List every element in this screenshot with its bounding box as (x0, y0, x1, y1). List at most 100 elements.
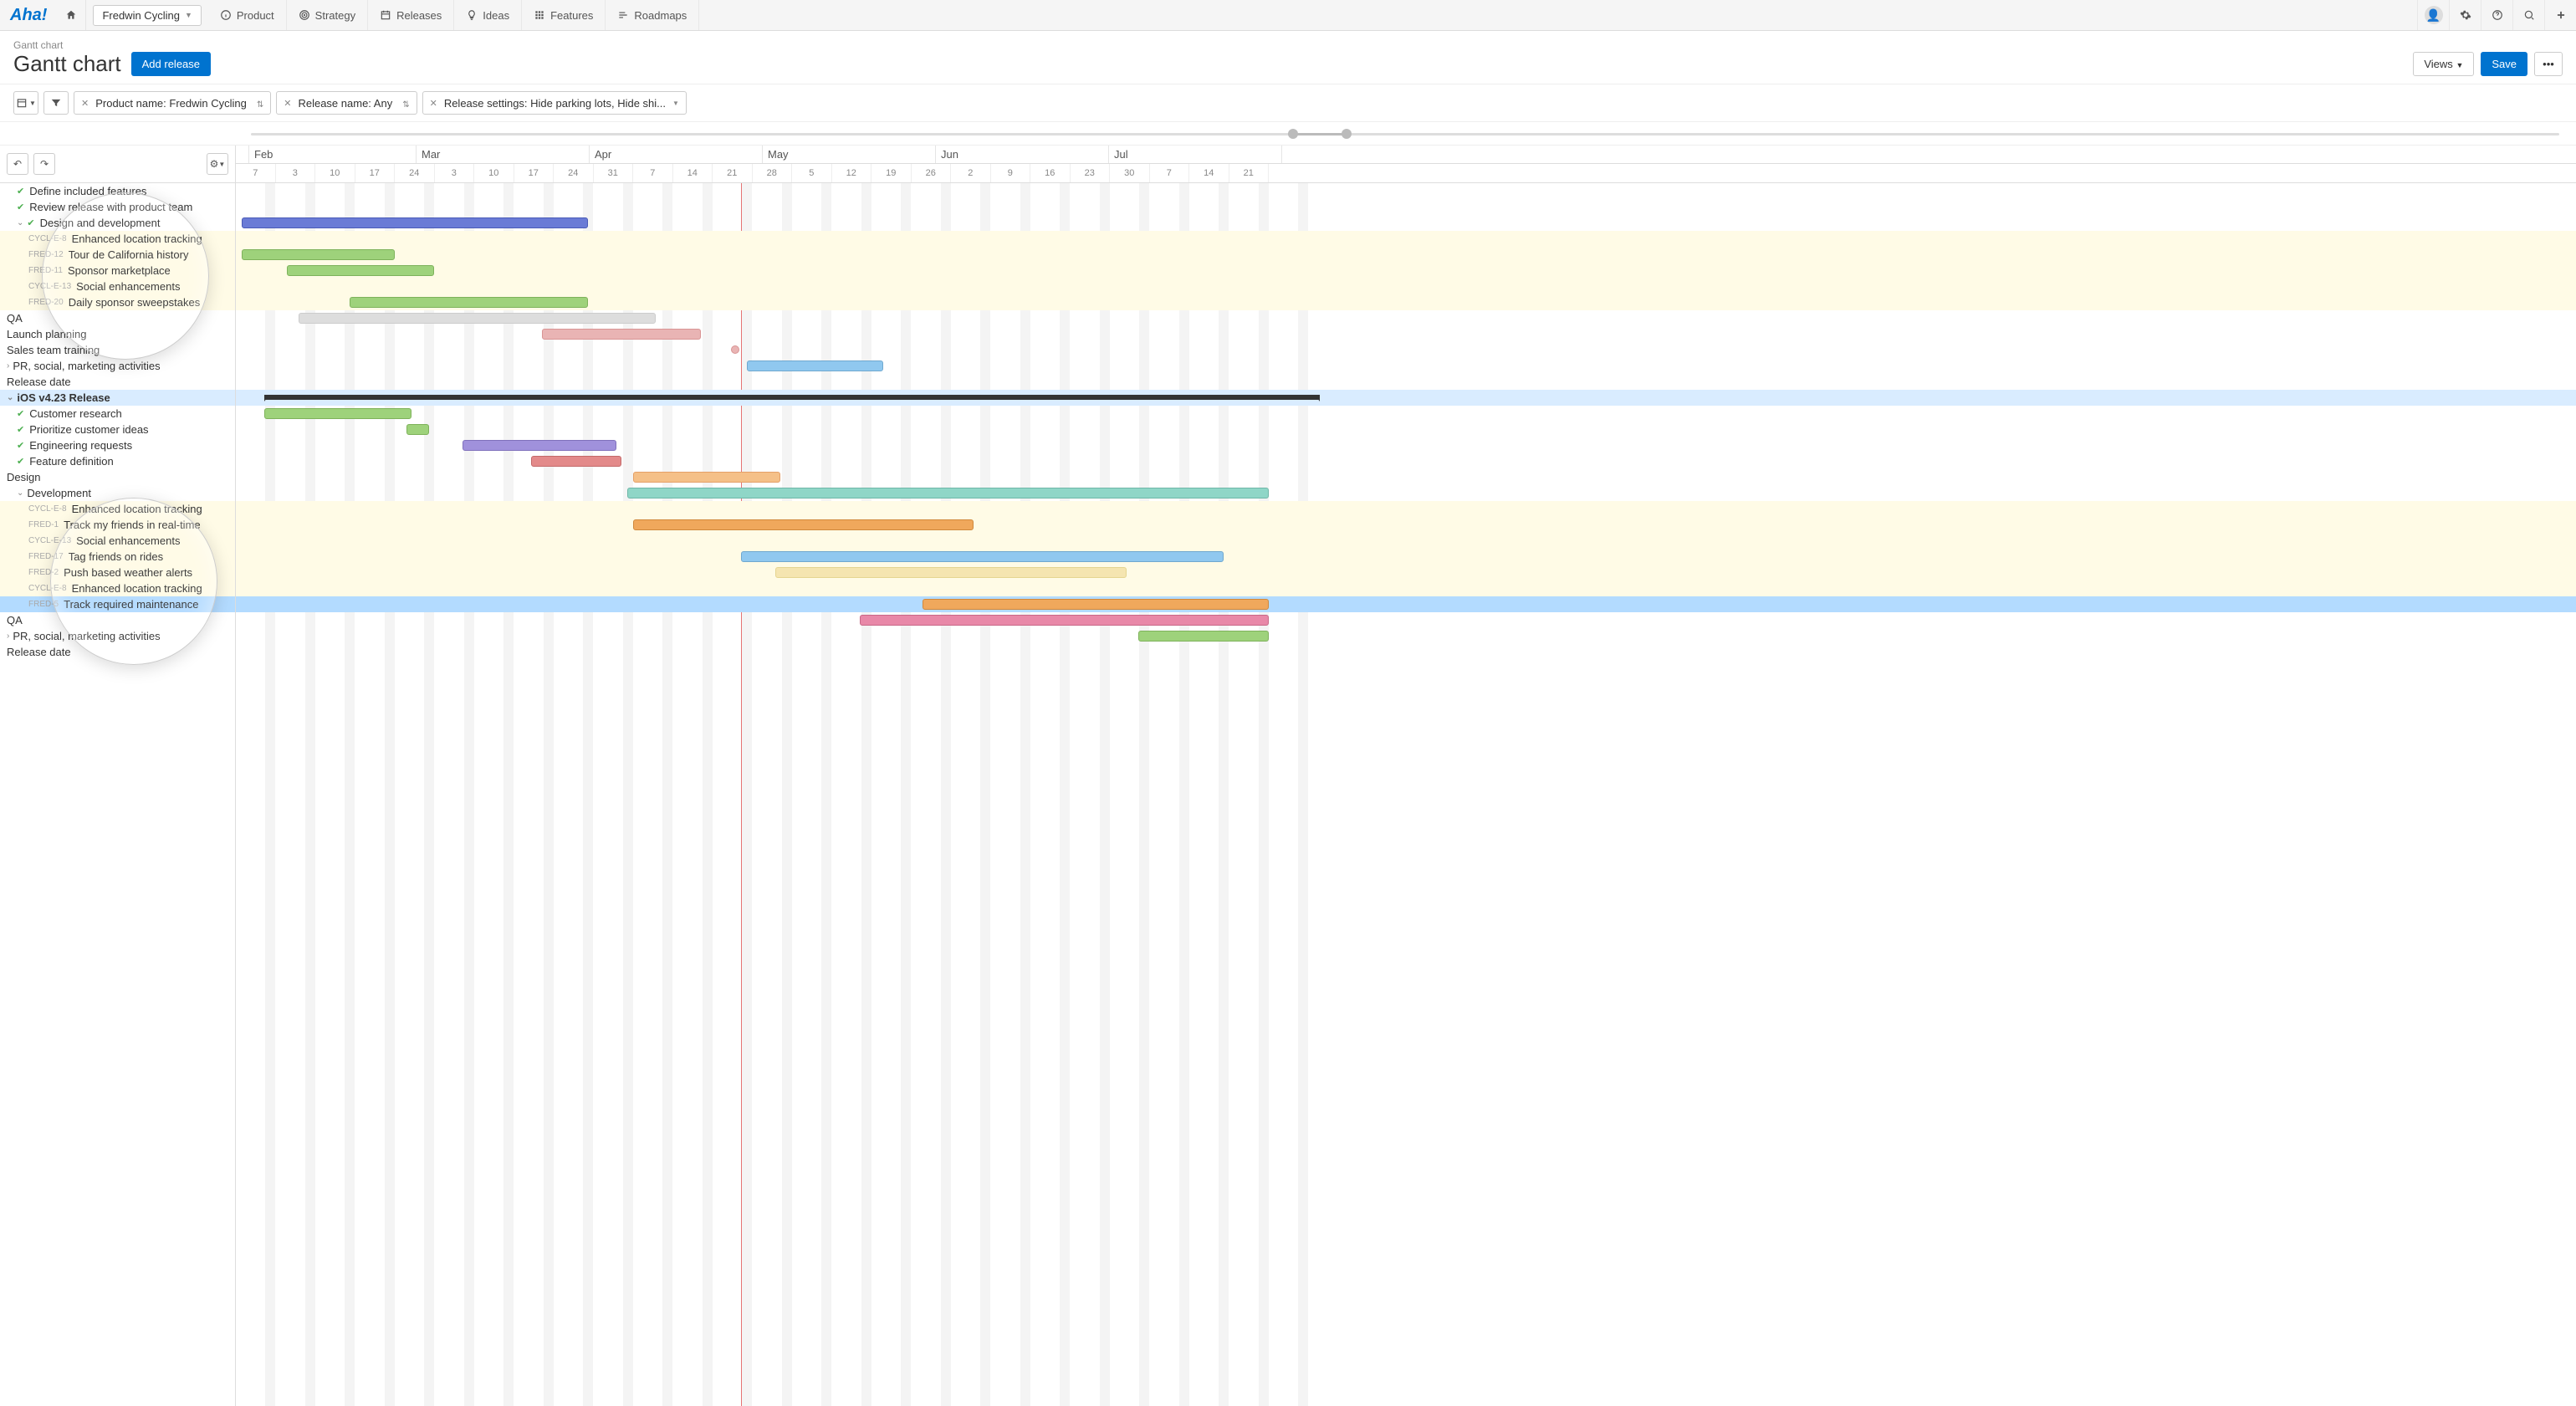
task-row[interactable]: ⌄iOS v4.23 Release (0, 390, 235, 406)
task-row[interactable]: ›PR, social, marketing activities (0, 628, 235, 644)
gantt-bar[interactable] (542, 329, 701, 340)
week-label: 24 (395, 164, 435, 182)
settings-icon[interactable] (2449, 0, 2481, 30)
close-icon[interactable]: ✕ (284, 98, 291, 109)
more-icon[interactable]: ••• (2534, 52, 2563, 76)
task-row[interactable]: ✔Engineering requests (0, 437, 235, 453)
task-row[interactable]: QA (0, 310, 235, 326)
nav-product[interactable]: Product (208, 0, 287, 30)
task-row[interactable]: CYCL-E-13Social enhancements (0, 533, 235, 549)
slider-thumb-right[interactable] (1342, 129, 1352, 139)
task-row[interactable]: FRED-2Push based weather alerts (0, 565, 235, 580)
task-row[interactable]: Design (0, 469, 235, 485)
task-row[interactable]: FRED-11Sponsor marketplace (0, 263, 235, 279)
gantt-bar[interactable] (287, 265, 434, 276)
avatar[interactable]: 👤 (2417, 0, 2449, 30)
close-icon[interactable]: ✕ (430, 98, 437, 109)
gantt-bar[interactable] (350, 297, 588, 308)
gantt-bar[interactable] (264, 408, 411, 419)
settings-icon[interactable]: ⚙ ▼ (207, 153, 228, 175)
task-row[interactable]: ✔Customer research (0, 406, 235, 422)
task-row[interactable]: ⌄ ✔ Design and development (0, 215, 235, 231)
chevron-down-icon[interactable]: ⌄ (17, 218, 23, 228)
caret-down-icon: ▼ (2456, 61, 2463, 69)
filter-release[interactable]: ✕Release name: Any (276, 91, 417, 115)
task-row[interactable]: FRED-1Track my friends in real-time (0, 517, 235, 533)
chevron-down-icon[interactable]: ⌄ (7, 393, 13, 402)
nav-ideas[interactable]: Ideas (454, 0, 522, 30)
nav-roadmaps[interactable]: Roadmaps (606, 0, 699, 30)
filter-settings[interactable]: ✕Release settings: Hide parking lots, Hi… (422, 91, 687, 115)
chevron-right-icon[interactable]: › (7, 631, 9, 641)
task-label: Design and development (40, 217, 161, 229)
slider-thumb-left[interactable] (1288, 129, 1298, 139)
gantt-bar[interactable] (242, 217, 588, 228)
task-row[interactable]: Launch planning (0, 326, 235, 342)
gantt-bar[interactable] (923, 599, 1269, 610)
nav-features[interactable]: Features (522, 0, 606, 30)
page-title: Gantt chart (13, 51, 121, 77)
caret-down-icon: ▼ (672, 100, 679, 107)
date-picker-button[interactable]: ▼ (13, 91, 38, 115)
task-row[interactable]: FRED-17Tag friends on rides (0, 549, 235, 565)
filter-button[interactable] (43, 91, 69, 115)
help-icon[interactable] (2481, 0, 2512, 30)
task-row[interactable]: ✔Review release with product team (0, 199, 235, 215)
task-label: Sales team training (7, 344, 100, 356)
gantt-bar[interactable] (242, 249, 395, 260)
task-row[interactable]: Sales team training (0, 342, 235, 358)
task-row[interactable]: ✔Define included features (0, 183, 235, 199)
gantt-bar[interactable] (633, 519, 974, 530)
check-icon: ✔ (27, 217, 34, 228)
gantt-bar[interactable] (747, 360, 883, 371)
nav-releases[interactable]: Releases (368, 0, 454, 30)
task-row[interactable]: FRED-20Daily sponsor sweepstakes (0, 294, 235, 310)
filter-product[interactable]: ✕Product name: Fredwin Cycling (74, 91, 271, 115)
product-selector[interactable]: Fredwin Cycling ▼ (93, 5, 201, 26)
task-row[interactable]: FRED-12Tour de California history (0, 247, 235, 263)
grid-icon (534, 9, 545, 21)
timeline-zoom-slider[interactable] (0, 122, 2576, 146)
nav-strategy[interactable]: Strategy (287, 0, 368, 30)
add-icon[interactable] (2544, 0, 2576, 30)
task-row[interactable]: ⌄Development (0, 485, 235, 501)
gantt-bar[interactable] (775, 567, 1127, 578)
task-row[interactable]: CYCL-E-13Social enhancements (0, 279, 235, 294)
task-label: Tour de California history (69, 248, 189, 261)
check-icon: ✔ (17, 186, 24, 197)
task-row[interactable]: Release date (0, 374, 235, 390)
gantt-bar[interactable] (627, 488, 1269, 498)
home-icon[interactable] (57, 0, 86, 30)
gantt-bar[interactable] (299, 313, 657, 324)
undo-icon[interactable]: ↶ (7, 153, 28, 175)
task-row[interactable]: ✔Feature definition (0, 453, 235, 469)
task-row[interactable]: ›PR, social, marketing activities (0, 358, 235, 374)
views-dropdown[interactable]: Views ▼ (2413, 52, 2474, 76)
task-row[interactable]: FRED-5Track required maintenance (0, 596, 235, 612)
redo-icon[interactable]: ↷ (33, 153, 55, 175)
close-icon[interactable]: ✕ (81, 98, 89, 109)
gantt-bar[interactable] (741, 551, 1224, 562)
gantt-bar[interactable] (463, 440, 616, 451)
task-row[interactable]: CYCL-E-8Enhanced location tracking (0, 501, 235, 517)
week-label: 30 (1110, 164, 1150, 182)
check-icon: ✔ (17, 424, 24, 435)
add-release-button[interactable]: Add release (131, 52, 211, 76)
task-row[interactable]: ✔Prioritize customer ideas (0, 422, 235, 437)
chevron-right-icon[interactable]: › (7, 361, 9, 371)
group-bar[interactable] (264, 395, 1320, 400)
chevron-down-icon[interactable]: ⌄ (17, 488, 23, 498)
gantt-bar[interactable] (860, 615, 1269, 626)
gantt-bar[interactable] (1138, 631, 1269, 642)
timeline-panel[interactable]: FebMarAprMayJunJul 731017243101724317142… (236, 146, 2576, 1406)
task-row[interactable]: CYCL-E-8Enhanced location tracking (0, 580, 235, 596)
task-row[interactable]: Release date (0, 644, 235, 660)
task-row[interactable]: QA (0, 612, 235, 628)
gantt-bar[interactable] (531, 456, 622, 467)
gantt-bar[interactable] (633, 472, 780, 483)
gantt-bar[interactable] (406, 424, 429, 435)
save-button[interactable]: Save (2481, 52, 2527, 76)
filter-row: ▼ ✕Product name: Fredwin Cycling ✕Releas… (0, 84, 2576, 122)
search-icon[interactable] (2512, 0, 2544, 30)
task-row[interactable]: CYCL-E-8Enhanced location tracking (0, 231, 235, 247)
